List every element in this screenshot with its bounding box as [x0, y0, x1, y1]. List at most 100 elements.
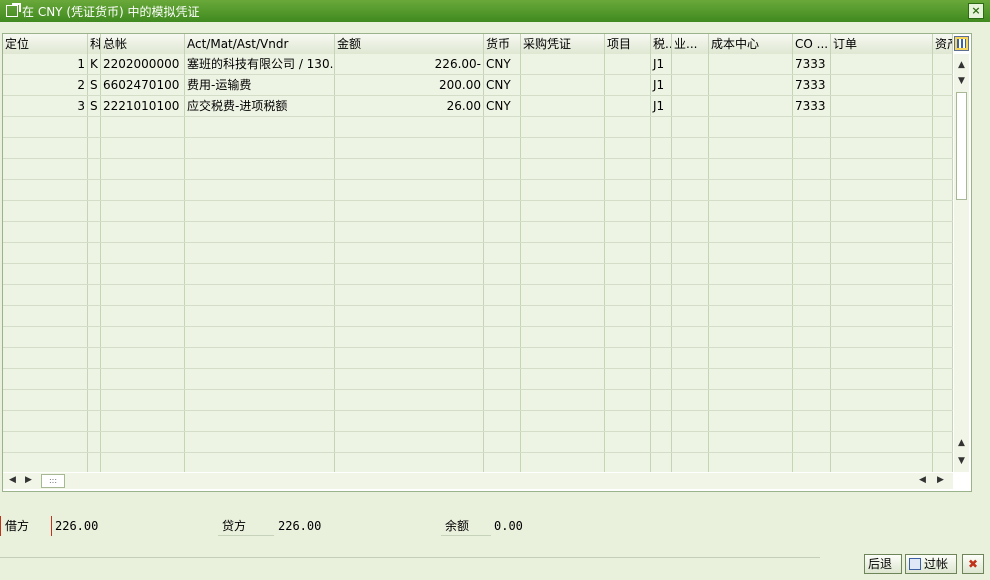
window-title: 在 CNY (凭证货币) 中的模拟凭证	[22, 4, 200, 19]
cell-cost-center	[709, 369, 793, 389]
cell-item	[605, 243, 651, 263]
table-row[interactable]	[3, 117, 953, 138]
column-header-type[interactable]: 科	[88, 34, 101, 54]
cell-type	[88, 201, 101, 221]
table-row[interactable]: 1 K 2202000000 塞班的科技有限公司 / 130.. 226.00- CNY J…	[3, 54, 953, 75]
cell-order	[831, 432, 933, 452]
cell-business	[672, 453, 709, 472]
cell-item	[605, 432, 651, 452]
cell-cost-center	[709, 432, 793, 452]
scroll-thumb[interactable]: :::	[41, 474, 65, 488]
cell-tax	[651, 432, 672, 452]
cell-co-area	[793, 390, 831, 410]
cell-business	[672, 243, 709, 263]
cancel-icon: ✖	[967, 557, 979, 571]
cell-position	[3, 432, 88, 452]
cell-currency	[484, 243, 521, 263]
column-header-position[interactable]: 定位	[3, 34, 88, 54]
column-header-asset[interactable]: 资产	[933, 34, 953, 54]
cell-order	[831, 117, 933, 137]
cell-position	[3, 264, 88, 284]
cell-partner	[185, 138, 335, 158]
cell-po-doc	[521, 264, 605, 284]
table-row[interactable]	[3, 138, 953, 159]
column-header-order[interactable]: 订单	[831, 34, 933, 54]
table-row[interactable]	[3, 264, 953, 285]
cell-position	[3, 180, 88, 200]
cell-type	[88, 264, 101, 284]
cell-business	[672, 432, 709, 452]
cell-asset	[933, 180, 953, 200]
cell-amount	[335, 285, 484, 305]
post-button[interactable]: 过帐	[905, 554, 957, 574]
column-header-co-area[interactable]: CO ...	[793, 34, 831, 54]
cell-co-area	[793, 285, 831, 305]
cancel-button[interactable]: ✖	[962, 554, 984, 574]
column-header-po-doc[interactable]: 采购凭证	[521, 34, 605, 54]
scroll-right-icon[interactable]: ▶	[21, 473, 36, 488]
cell-cost-center	[709, 54, 793, 74]
cell-asset	[933, 327, 953, 347]
cell-asset	[933, 117, 953, 137]
table-row[interactable]	[3, 159, 953, 180]
cell-order	[831, 159, 933, 179]
table-row[interactable]	[3, 285, 953, 306]
cell-po-doc	[521, 369, 605, 389]
scroll-down-icon[interactable]: ▼	[954, 74, 969, 89]
column-header-amount[interactable]: 金额	[335, 34, 484, 54]
table-row[interactable]	[3, 369, 953, 390]
cell-po-doc	[521, 348, 605, 368]
table-row[interactable]	[3, 411, 953, 432]
cell-cost-center	[709, 390, 793, 410]
cell-cost-center	[709, 75, 793, 95]
table-row[interactable]	[3, 453, 953, 472]
table-row[interactable]	[3, 306, 953, 327]
scroll-left-icon[interactable]: ◀	[5, 473, 20, 488]
table-row[interactable]: 2 S 6602470100 费用-运输费 200.00 CNY J1 7333	[3, 75, 953, 96]
grid-header: 定位科总帐 Act/Mat/Ast/Vndr 金额 货币 采购凭证 项目 税.. 业... 成本…	[3, 34, 953, 55]
table-row[interactable]	[3, 327, 953, 348]
cell-type: S	[88, 75, 101, 95]
table-row[interactable]	[3, 390, 953, 411]
table-row[interactable]	[3, 180, 953, 201]
grid-settings-icon[interactable]	[954, 36, 969, 51]
horizontal-scrollbar[interactable]: ◀ ▶ ::: ◀ ▶	[3, 473, 953, 489]
cell-order	[831, 306, 933, 326]
scroll-thumb[interactable]	[956, 92, 967, 200]
column-header-gl-account[interactable]: 总帐	[101, 34, 185, 54]
column-header-business[interactable]: 业...	[672, 34, 709, 54]
cell-co-area	[793, 453, 831, 472]
scroll-left-icon[interactable]: ◀	[915, 473, 930, 488]
column-header-item[interactable]: 项目	[605, 34, 651, 54]
cell-position: 1	[3, 54, 88, 74]
scroll-down-icon[interactable]: ▼	[954, 454, 969, 469]
back-button[interactable]: 后退	[864, 554, 902, 574]
scroll-up-icon[interactable]: ▲	[954, 58, 969, 73]
vertical-scrollbar[interactable]: ▲ ▼ ▲ ▼	[954, 54, 969, 472]
balance-value: 0.00	[494, 519, 523, 533]
table-row[interactable]	[3, 222, 953, 243]
column-header-tax[interactable]: 税..	[651, 34, 672, 54]
column-header-currency[interactable]: 货币	[484, 34, 521, 54]
cell-gl-account	[101, 432, 185, 452]
edit-icon	[6, 5, 18, 17]
table-row[interactable]	[3, 432, 953, 453]
scroll-right-icon[interactable]: ▶	[933, 473, 948, 488]
cell-asset	[933, 348, 953, 368]
cell-position	[3, 369, 88, 389]
column-header-partner[interactable]: Act/Mat/Ast/Vndr	[185, 34, 335, 54]
cell-currency	[484, 264, 521, 284]
table-row[interactable]	[3, 348, 953, 369]
table-row[interactable]	[3, 201, 953, 222]
cell-business	[672, 306, 709, 326]
close-button[interactable]: ×	[968, 3, 984, 19]
table-row[interactable]	[3, 243, 953, 264]
cell-gl-account	[101, 138, 185, 158]
table-row[interactable]: 3 S 2221010100 应交税费-进项税额 26.00 CNY J1 7333	[3, 96, 953, 117]
cell-type	[88, 306, 101, 326]
cell-order	[831, 201, 933, 221]
column-header-cost-center[interactable]: 成本中心	[709, 34, 793, 54]
cell-gl-account	[101, 348, 185, 368]
cell-type: K	[88, 54, 101, 74]
scroll-up-icon[interactable]: ▲	[954, 436, 969, 451]
